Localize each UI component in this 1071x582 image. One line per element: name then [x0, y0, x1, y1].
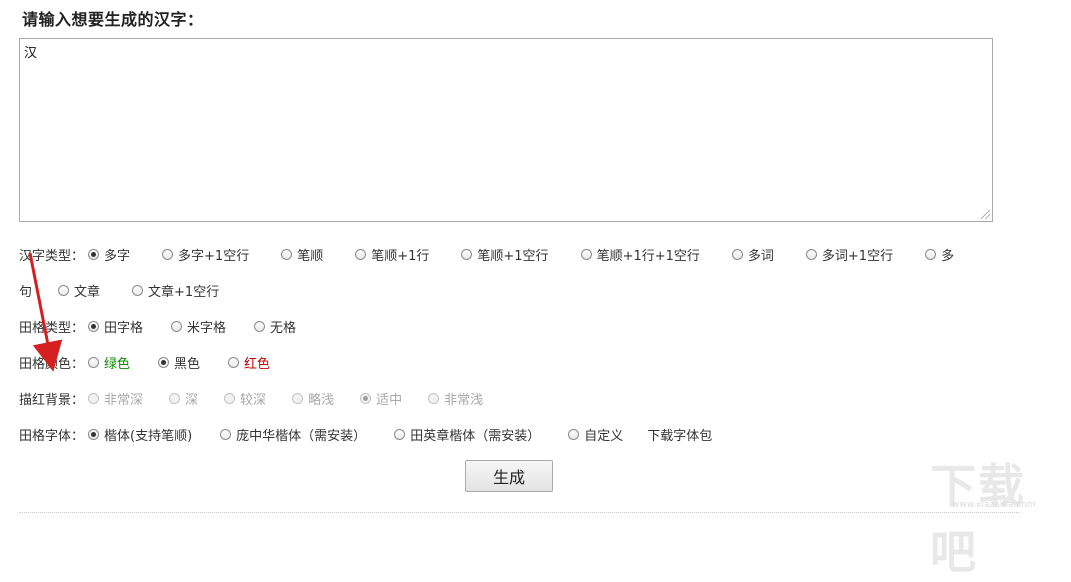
radio-icon[interactable] — [360, 392, 372, 404]
trace-bg-option-5[interactable]: 非常浅 — [428, 389, 483, 408]
page-title: 请输入想要生成的汉字： — [22, 10, 204, 29]
grid-color-option-red[interactable]: 红色 — [228, 353, 270, 372]
radio-icon[interactable] — [731, 248, 743, 260]
hanzi-textarea[interactable]: 汉 — [19, 38, 993, 222]
grid-type-option-0[interactable]: 田字格 — [88, 317, 143, 336]
radio-icon[interactable] — [162, 248, 174, 260]
grid-font-row: 田格字体： 楷体(支持笔顺) 庞中华楷体（需安装） 田英章楷体（需安装） 自定义… — [19, 425, 712, 444]
radio-icon[interactable] — [228, 356, 240, 368]
hanzi-type-option-8[interactable]: 多 — [925, 245, 954, 264]
grid-font-label: 田格字体： — [19, 428, 85, 444]
radio-icon[interactable] — [224, 392, 236, 404]
radio-icon[interactable] — [254, 320, 266, 332]
grid-type-label: 田格类型： — [19, 320, 85, 336]
radio-icon[interactable] — [281, 248, 293, 260]
watermark-url: www.xiazaiba.com — [952, 500, 1036, 510]
radio-icon[interactable] — [88, 248, 100, 260]
hanzi-type-option-3[interactable]: 笔顺+1行 — [355, 245, 429, 264]
radio-icon[interactable] — [925, 248, 937, 260]
hanzi-type-option-4[interactable]: 笔顺+1空行 — [461, 245, 549, 264]
grid-font-option-0[interactable]: 楷体(支持笔顺) — [88, 425, 192, 444]
radio-icon[interactable] — [88, 428, 100, 440]
trace-bg-option-2[interactable]: 较深 — [224, 389, 266, 408]
grid-font-option-3[interactable]: 自定义 — [568, 425, 623, 444]
grid-color-row: 田格颜色： 绿色 黑色 红色 — [19, 353, 270, 372]
radio-icon[interactable] — [132, 284, 144, 296]
radio-icon[interactable] — [88, 356, 100, 368]
hanzi-type-option-10[interactable]: 文章+1空行 — [132, 281, 219, 300]
radio-icon[interactable] — [292, 392, 304, 404]
trace-bg-option-3[interactable]: 略浅 — [292, 389, 334, 408]
radio-icon[interactable] — [580, 248, 592, 260]
radio-icon[interactable] — [394, 428, 406, 440]
hanzi-type-option-7[interactable]: 多词+1空行 — [805, 245, 893, 264]
grid-color-option-green[interactable]: 绿色 — [88, 353, 130, 372]
trace-bg-option-4[interactable]: 适中 — [360, 389, 402, 408]
hanzi-type-option-9[interactable]: 文章 — [58, 281, 100, 300]
hanzi-type-row-2: 句 文章 文章+1空行 — [19, 281, 219, 300]
grid-type-option-2[interactable]: 无格 — [254, 317, 296, 336]
divider — [19, 512, 1019, 513]
radio-icon[interactable] — [171, 320, 183, 332]
radio-icon[interactable] — [220, 428, 232, 440]
radio-icon[interactable] — [461, 248, 473, 260]
radio-icon[interactable] — [88, 320, 100, 332]
radio-icon[interactable] — [568, 428, 580, 440]
hanzi-type-option-0[interactable]: 多字 — [88, 245, 130, 264]
trace-bg-label: 描红背景： — [19, 392, 85, 408]
trace-bg-option-0[interactable]: 非常深 — [88, 389, 143, 408]
hanzi-type-option-2[interactable]: 笔顺 — [281, 245, 323, 264]
hanzi-textarea-value: 汉 — [24, 46, 38, 61]
grid-color-option-black[interactable]: 黑色 — [158, 353, 200, 372]
resize-handle-icon[interactable] — [981, 210, 990, 219]
grid-font-option-1[interactable]: 庞中华楷体（需安装） — [220, 425, 366, 444]
hanzi-type-option-5[interactable]: 笔顺+1行+1空行 — [580, 245, 700, 264]
trace-bg-row: 描红背景： 非常深 深 较深 略浅 适中 非常浅 — [19, 389, 483, 408]
radio-icon[interactable] — [88, 392, 100, 404]
hanzi-type-continuation: 句 — [19, 284, 33, 300]
hanzi-type-option-6[interactable]: 多词 — [731, 245, 774, 264]
download-font-link[interactable]: 下载字体包 — [647, 425, 712, 444]
radio-icon[interactable] — [805, 248, 817, 260]
arrow-line — [28, 252, 63, 372]
hanzi-type-option-1[interactable]: 多字+1空行 — [162, 245, 249, 264]
generate-button[interactable]: 生成 — [465, 460, 553, 492]
hanzi-type-label: 汉字类型： — [19, 248, 85, 264]
radio-icon[interactable] — [58, 284, 70, 296]
radio-icon[interactable] — [158, 356, 170, 368]
grid-color-label: 田格颜色： — [19, 356, 85, 372]
grid-type-row: 田格类型： 田字格 米字格 无格 — [19, 317, 296, 336]
grid-font-option-2[interactable]: 田英章楷体（需安装） — [394, 425, 540, 444]
trace-bg-option-1[interactable]: 深 — [169, 389, 198, 408]
grid-type-option-1[interactable]: 米字格 — [171, 317, 226, 336]
radio-icon[interactable] — [169, 392, 181, 404]
hanzi-type-row: 汉字类型： 多字 多字+1空行 笔顺 笔顺+1行 笔顺+1空行 笔顺+1行+1空… — [19, 245, 954, 264]
radio-icon[interactable] — [355, 248, 367, 260]
radio-icon[interactable] — [428, 392, 440, 404]
